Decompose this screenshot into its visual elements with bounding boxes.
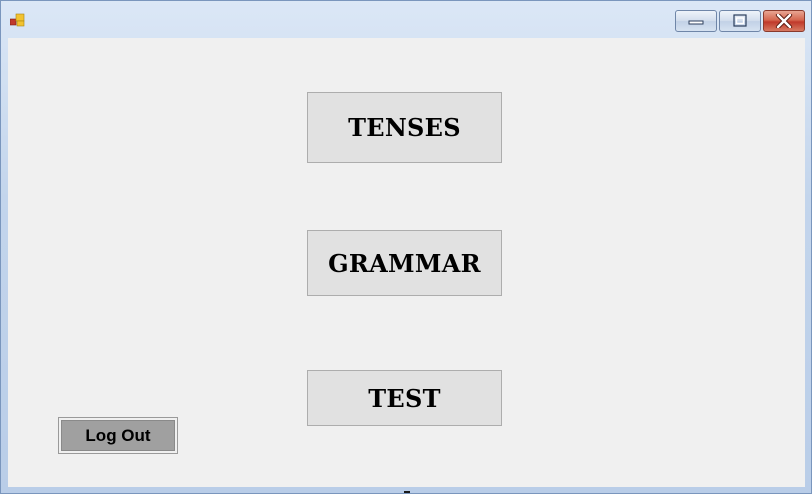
test-button[interactable]: TEST xyxy=(307,370,502,426)
window-bottom-edge-mark xyxy=(404,491,410,493)
app-icon xyxy=(10,13,25,27)
close-button[interactable] xyxy=(763,10,805,32)
maximize-icon xyxy=(733,14,747,27)
maximize-button[interactable] xyxy=(719,10,761,32)
grammar-button[interactable]: GRAMMAR xyxy=(307,230,502,296)
form-client-area: TENSES GRAMMAR TEST Log Out xyxy=(8,38,805,487)
app-window: TENSES GRAMMAR TEST Log Out xyxy=(0,0,812,494)
logout-button[interactable]: Log Out xyxy=(61,420,175,451)
tenses-button-label: TENSES xyxy=(348,113,461,142)
title-bar[interactable] xyxy=(1,1,811,37)
minimize-button[interactable] xyxy=(675,10,717,32)
close-icon xyxy=(775,14,793,28)
test-button-label: TEST xyxy=(368,383,441,413)
minimize-icon xyxy=(688,20,704,25)
logout-button-label: Log Out xyxy=(85,425,151,445)
grammar-button-label: GRAMMAR xyxy=(328,248,481,278)
logout-button-frame: Log Out xyxy=(58,417,178,454)
tenses-button[interactable]: TENSES xyxy=(307,92,502,163)
